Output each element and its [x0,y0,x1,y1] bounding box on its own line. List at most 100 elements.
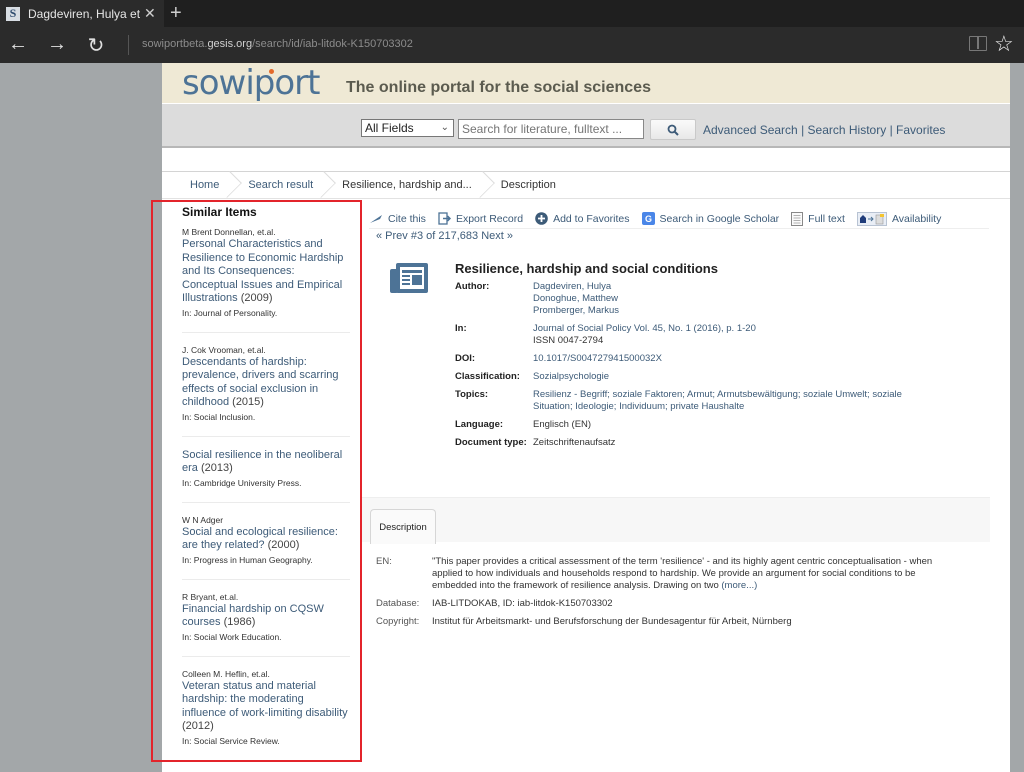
more-link[interactable]: (more...) [721,580,757,591]
spacer-band [162,148,1010,172]
breadcrumb-record[interactable]: Resilience, hardship and... [327,172,486,199]
logo-text: sowiport [182,63,320,103]
tagline: The online portal for the social science… [346,79,651,96]
url-path: /search/id/iab-litdok-K150703302 [252,38,413,50]
classification-link[interactable]: Sozialpsychologie [533,371,933,383]
journal-link[interactable]: Journal of Social Policy Vol. 45, No. 1 … [533,323,933,335]
forward-icon[interactable]: → [45,33,69,56]
field-label: Topics: [455,389,489,400]
field-label: Language: [455,419,504,430]
add-to-favorites-button[interactable]: Add to Favorites [535,212,630,225]
similar-item-year: (1986) [223,616,256,628]
favorites-link[interactable]: Favorites [896,123,945,137]
url-prefix: sowiportbeta. [142,38,208,50]
breadcrumb-home[interactable]: Home [162,172,233,199]
similar-item-source: In: Cambridge University Press. [182,477,302,488]
back-icon[interactable]: ← [6,33,30,56]
document-icon [791,211,804,226]
copyright-value: Institut für Arbeitsmarkt- und Berufsfor… [432,616,792,627]
google-scholar-button[interactable]: G Search in Google Scholar [641,212,779,225]
field-doctype: Document type: Zeitschriftenaufsatz [455,437,933,449]
search-input[interactable] [458,119,644,139]
similar-items-heading: Similar Items [182,205,257,219]
reading-view-icon[interactable] [969,36,987,51]
author-link[interactable]: Dagdeviren, Hulya [533,281,933,293]
similar-item-source: In: Social Work Education. [182,631,282,642]
database-row: Database: IAB-LITDOKAB, ID: iab-litdok-K… [376,598,962,610]
similar-item: J. Cok Vrooman, et.al. Descendants of ha… [182,333,350,437]
tab-title: Dagdeviren, Hulya et. al [28,6,140,21]
tab-close-icon[interactable]: ✕ [144,5,156,22]
record-fields: Author: Dagdeviren, Hulya Donoghue, Matt… [455,281,933,455]
database-value: IAB-LITDOKAB, ID: iab-litdok-K150703302 [432,598,613,609]
search-history-link[interactable]: Search History [808,123,887,137]
search-button[interactable] [650,119,696,140]
breadcrumb-search-result[interactable]: Search result [233,172,327,199]
similar-item-source: In: Social Inclusion. [182,411,256,422]
similar-item-year: (2000) [267,539,300,551]
abstract-label: EN: [376,556,392,567]
favorite-star-icon[interactable]: ☆ [994,31,1014,57]
description-content: EN: "This paper provides a critical asse… [376,556,962,634]
similar-item: Colleen M. Heflin, et.al. Veteran status… [182,657,350,761]
similar-item-author: J. Cok Vrooman, et.al. [182,344,266,355]
similar-items-sidebar: Similar Items M Brent Donnellan, et.al. … [182,204,350,761]
breadcrumb: Home Search result Resilience, hardship … [162,172,1010,199]
field-language: Language: Englisch (EN) [455,419,933,431]
similar-item-title[interactable]: Social and ecological resilience: are th… [182,526,338,552]
url-field[interactable]: sowiportbeta.gesis.org/search/id/iab-lit… [142,38,413,50]
quill-icon [369,214,383,224]
journal-article-icon [390,261,428,300]
advanced-search-link[interactable]: Advanced Search [703,123,798,137]
language-value: Englisch (EN) [533,419,592,430]
full-text-button[interactable]: Full text [791,211,845,226]
similar-item-source: In: Journal of Personality. [182,307,278,318]
sowiport-logo[interactable]: sowiport [182,63,320,103]
url-domain: gesis.org [207,38,253,50]
doctype-value: Zeitschriftenaufsatz [533,437,616,448]
search-field-select[interactable]: All Fields ⌄ [361,119,454,137]
similar-item-author: Colleen M. Heflin, et.al. [182,668,270,679]
browser-tab[interactable]: S Dagdeviren, Hulya et. al ✕ [0,0,164,27]
similar-item-author: W N Adger [182,514,224,525]
page: sowiport The online portal for the socia… [162,63,1010,772]
search-bar: All Fields ⌄ Advanced Search | Search Hi… [162,103,1010,148]
site-favicon-icon: S [6,6,20,21]
export-record-button[interactable]: Export Record [438,212,523,225]
link-separator: | [886,123,897,137]
topics-links[interactable]: Resilienz - Begriff; soziale Faktoren; A… [533,389,933,413]
similar-item-year: (2015) [232,396,264,408]
copyright-row: Copyright: Institut für Arbeitsmarkt- un… [376,616,962,628]
doi-link[interactable]: 10.1017/S004727941500032X [533,353,933,365]
description-tabs: Description [362,497,990,544]
abstract-text: "This paper provides a critical assessme… [432,556,933,591]
browser-tabbar: S Dagdeviren, Hulya et. al ✕ + [0,0,1024,27]
availability-button[interactable]: Availability [856,211,942,226]
tab-description[interactable]: Description [370,509,436,544]
svg-text:G: G [645,214,652,224]
breadcrumb-description: Description [500,179,556,191]
similar-item: R Bryant, et.al. Financial hardship on C… [182,580,350,657]
link-separator: | [797,123,808,137]
refresh-icon[interactable]: ↻ [84,33,108,58]
export-icon [438,212,451,225]
field-label: DOI: [455,353,476,364]
similar-item-year: (2013) [200,462,233,474]
availability-icon [856,211,887,226]
field-label: Document type: [455,437,527,448]
favorites-label: Add to Favorites [553,212,630,225]
fulltext-label: Full text [808,212,845,225]
author-link[interactable]: Donoghue, Matthew [533,293,933,305]
similar-item-title[interactable]: Veteran status and material hardship: th… [182,680,348,719]
author-link[interactable]: Promberger, Markus [533,305,933,317]
similar-item-year: (2009) [240,292,273,304]
record-pager[interactable]: « Prev #3 of 217,683 Next » [376,230,513,242]
availability-label: Availability [891,212,942,225]
similar-item-author: M Brent Donnellan, et.al. [182,227,276,237]
google-scholar-icon: G [641,212,655,225]
similar-item: Social resilience in the neoliberal era … [182,437,350,503]
cite-this-button[interactable]: Cite this [369,213,426,225]
record-title: Resilience, hardship and social conditio… [455,261,718,276]
new-tab-button[interactable]: + [170,2,182,25]
search-links: Advanced Search | Search History | Favor… [703,123,945,137]
